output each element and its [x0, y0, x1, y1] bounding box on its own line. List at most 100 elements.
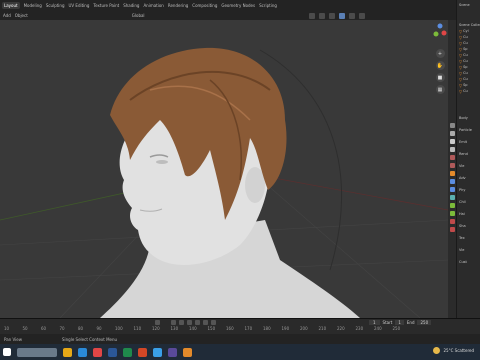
frame-tick-label: 140	[189, 326, 197, 331]
blender-icon[interactable]	[183, 347, 192, 357]
properties-panel-header[interactable]: Vie	[457, 244, 480, 256]
outliner-item-label: Cyl	[463, 29, 469, 33]
view-layer-tab-icon[interactable]	[450, 147, 455, 152]
end-frame[interactable]: 250	[417, 319, 432, 325]
properties-panel-header[interactable]: Hai	[457, 208, 480, 220]
properties-panel-header[interactable]: Cust	[457, 256, 480, 268]
excel-icon[interactable]	[123, 347, 132, 357]
overlay-icon[interactable]	[318, 12, 325, 19]
object-data-icon: ▽	[459, 82, 463, 88]
object-data-icon: ▽	[459, 64, 463, 70]
tab-compositing[interactable]: Compositing	[192, 3, 217, 8]
output-tab-icon[interactable]	[450, 139, 455, 144]
tool-tab-icon[interactable]	[450, 123, 455, 128]
outliner-list: ▽ Cyl ▽ Cu ▽ Cu ▽ Sp ▽ Cu ▽ Cu ▽ Sp ▽ Cu ▽ Cu ▽ Sp ▽ Cu	[457, 28, 480, 94]
properties-panel-header[interactable]: Phy	[457, 184, 480, 196]
render-shading-icon[interactable]	[358, 12, 365, 19]
properties-panel-header[interactable]: Vie	[457, 160, 480, 172]
frame-ruler[interactable]: 10 50 60 70 80 90 100 110 120 130 140 150 160 170 180 1…	[0, 326, 480, 334]
weather-text[interactable]: 25°C Scattered	[444, 348, 475, 353]
physics-tab-icon[interactable]	[450, 195, 455, 200]
3d-viewport[interactable]	[0, 20, 448, 318]
prev-keyframe-icon[interactable]	[179, 319, 184, 325]
start-icon[interactable]	[3, 348, 11, 356]
navigation-gizmo: + ✋ ■ ▦	[432, 20, 448, 97]
world-tab-icon[interactable]	[450, 163, 455, 168]
tab-geometry-nodes[interactable]: Geometry Nodes	[221, 3, 255, 8]
start-frame[interactable]: 1	[395, 319, 404, 325]
jump-start-icon[interactable]	[171, 319, 176, 325]
properties-panel-header[interactable]: Rend	[457, 148, 480, 160]
tab-scripting[interactable]: Scripting	[259, 3, 277, 8]
xray-icon[interactable]	[328, 12, 335, 19]
camera-icon[interactable]: ■	[435, 73, 445, 82]
tab-sculpting[interactable]: Sculpting	[46, 3, 65, 8]
frame-tick-label: 230	[355, 326, 364, 331]
frame-tick-label: 50	[22, 326, 28, 331]
outliner-item-label: Cu	[463, 71, 468, 75]
outliner-item-label: Cu	[463, 41, 468, 45]
outliner-item-label: Cu	[463, 35, 468, 39]
frame-tick-label: 100	[115, 326, 123, 331]
object-data-icon: ▽	[459, 28, 463, 34]
tab-uv-editing[interactable]: UV Editing	[69, 3, 90, 8]
properties-tabs	[449, 120, 456, 235]
status-mid: Single Select Context Menu	[61, 336, 118, 342]
search-box[interactable]	[17, 347, 57, 357]
status-left: Pan View	[4, 336, 22, 342]
orientation-select[interactable]: Global	[132, 13, 145, 18]
material-tab-icon[interactable]	[450, 219, 455, 224]
tab-animation[interactable]: Animation	[143, 3, 163, 8]
opera-icon[interactable]	[93, 347, 102, 357]
particle-tab-icon[interactable]	[450, 187, 455, 192]
tab-modeling[interactable]: Modeling	[24, 3, 42, 8]
scene-label[interactable]: Scene	[457, 2, 480, 8]
frame-tick-label: 110	[133, 326, 142, 331]
properties-panel-header[interactable]: Particle	[457, 124, 480, 136]
powerpoint-icon[interactable]	[138, 347, 147, 357]
data-tab-icon[interactable]	[450, 211, 455, 216]
tab-texture-paint[interactable]: Texture Paint	[93, 3, 119, 8]
snap-icon[interactable]	[308, 12, 315, 19]
properties-panel-header[interactable]: Body	[457, 112, 480, 124]
app-icon[interactable]	[168, 347, 177, 357]
play-icon[interactable]	[195, 319, 200, 325]
object-menu[interactable]: Object	[15, 13, 28, 18]
axis-gizmo[interactable]	[432, 20, 448, 42]
zoom-icon[interactable]: +	[435, 49, 445, 58]
solid-shading-icon[interactable]	[338, 12, 345, 19]
outliner-item-label: Sp	[463, 65, 468, 69]
modifier-tab-icon[interactable]	[450, 179, 455, 184]
outliner-item-label: Cu	[463, 89, 468, 93]
scene-tab-icon[interactable]	[450, 155, 455, 160]
add-menu[interactable]: Add	[3, 13, 11, 18]
folder-icon[interactable]	[63, 347, 72, 357]
tab-layout[interactable]: Layout	[2, 2, 20, 9]
frame-tick-label: 150	[207, 326, 216, 331]
properties-panel-header[interactable]: Sha	[457, 220, 480, 232]
properties-panel-header[interactable]: Adv	[457, 172, 480, 184]
tab-rendering[interactable]: Rendering	[168, 3, 188, 8]
properties-panel-header[interactable]: Emit	[457, 136, 480, 148]
properties-panel-header[interactable]: Chil	[457, 196, 480, 208]
constraint-tab-icon[interactable]	[450, 203, 455, 208]
object-tab-icon[interactable]	[450, 171, 455, 176]
frame-tick-label: 210	[318, 326, 327, 331]
frame-tick-label: 90	[96, 326, 102, 331]
grid-icon[interactable]: ▦	[435, 85, 445, 94]
photos-icon[interactable]	[153, 347, 162, 357]
edge-icon[interactable]	[78, 347, 87, 357]
material-shading-icon[interactable]	[348, 12, 355, 19]
texture-tab-icon[interactable]	[450, 227, 455, 232]
record-icon[interactable]	[155, 319, 160, 325]
render-tab-icon[interactable]	[450, 131, 455, 136]
pan-hand-icon[interactable]: ✋	[435, 61, 445, 70]
word-icon[interactable]	[108, 347, 117, 357]
properties-panel-header[interactable]: Tex	[457, 232, 480, 244]
next-keyframe-icon[interactable]	[203, 319, 208, 325]
tab-shading[interactable]: Shading	[123, 3, 139, 8]
play-reverse-icon[interactable]	[187, 319, 192, 325]
jump-end-icon[interactable]	[211, 319, 216, 325]
outliner-item[interactable]: ▽ Cu	[457, 88, 480, 94]
current-frame[interactable]: 1	[369, 319, 380, 325]
